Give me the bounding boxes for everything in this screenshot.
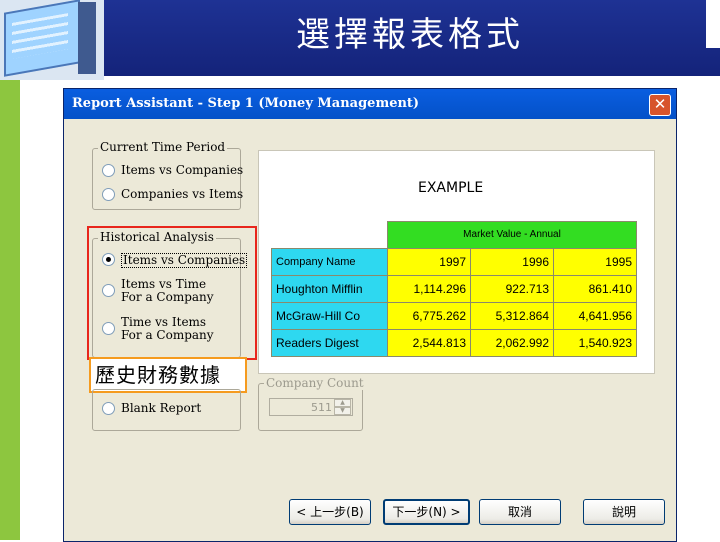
radio-items-vs-companies-current[interactable] (102, 164, 115, 177)
year-header: 1996 (470, 247, 554, 276)
option-label: Companies vs Items (121, 187, 244, 201)
dialog-titlebar[interactable]: Report Assistant - Step 1 (Money Managem… (64, 89, 676, 119)
header-accent-tab (706, 0, 720, 48)
market-value-header: Market Value - Annual (387, 221, 637, 249)
value-cell: 2,062.992 (470, 328, 554, 357)
year-header: 1995 (553, 247, 637, 276)
option-label: Items vs Companies (121, 163, 244, 177)
example-table: Market Value - Annual Company Name 1997 … (271, 221, 637, 357)
value-cell: 861.410 (553, 274, 637, 303)
blank-report-label: Blank Report (121, 401, 202, 415)
table-row: Market Value - Annual (271, 221, 637, 249)
company-name-cell: Readers Digest (271, 328, 388, 357)
table-row: Houghton Mifflin 1,114.296 922.713 861.4… (271, 274, 637, 303)
computer-monitor-logo (0, 0, 104, 80)
value-cell: 2,544.813 (387, 328, 471, 357)
year-header: 1997 (387, 247, 471, 276)
radio-blank-report[interactable] (102, 402, 115, 415)
monitor-bezel-graphic (78, 2, 96, 74)
slide-title: 選擇報表格式 (296, 15, 524, 55)
left-margin (20, 80, 64, 540)
highlight-box (87, 226, 257, 360)
value-cell: 5,312.864 (470, 301, 554, 330)
back-button[interactable]: < 上一步(B) (289, 499, 371, 525)
table-row: McGraw-Hill Co 6,775.262 5,312.864 4,641… (271, 301, 637, 330)
historical-data-callout: 歷史財務數據 (89, 357, 247, 393)
dialog-title: Report Assistant - Step 1 (Money Managem… (72, 96, 420, 111)
spin-down-icon[interactable]: ▼ (334, 407, 351, 415)
value-cell: 4,641.956 (553, 301, 637, 330)
current-time-period-legend: Current Time Period (98, 140, 228, 154)
table-row: Readers Digest 2,544.813 2,062.992 1,540… (271, 328, 637, 357)
table-row: Company Name 1997 1996 1995 (271, 247, 637, 276)
left-green-bar (0, 80, 20, 540)
cancel-button[interactable]: 取消 (479, 499, 561, 525)
help-button[interactable]: 說明 (583, 499, 665, 525)
company-name-cell: McGraw-Hill Co (271, 301, 388, 330)
example-label: EXAMPLE (418, 180, 484, 196)
company-name-cell: Houghton Mifflin (271, 274, 388, 303)
value-cell: 922.713 (470, 274, 554, 303)
radio-companies-vs-items[interactable] (102, 188, 115, 201)
column-header: Company Name (271, 247, 388, 276)
value-cell: 1,114.296 (387, 274, 471, 303)
value-cell: 1,540.923 (553, 328, 637, 357)
table-cell (271, 221, 388, 248)
spin-up-icon[interactable]: ▲ (334, 399, 351, 407)
company-count-spinner[interactable]: ▲ ▼ (334, 399, 351, 415)
next-button[interactable]: 下一步(N) > (383, 499, 470, 525)
close-button[interactable]: ✕ (649, 94, 671, 116)
close-icon: ✕ (653, 95, 667, 113)
value-cell: 6,775.262 (387, 301, 471, 330)
company-count-legend: Company Count (264, 376, 366, 390)
